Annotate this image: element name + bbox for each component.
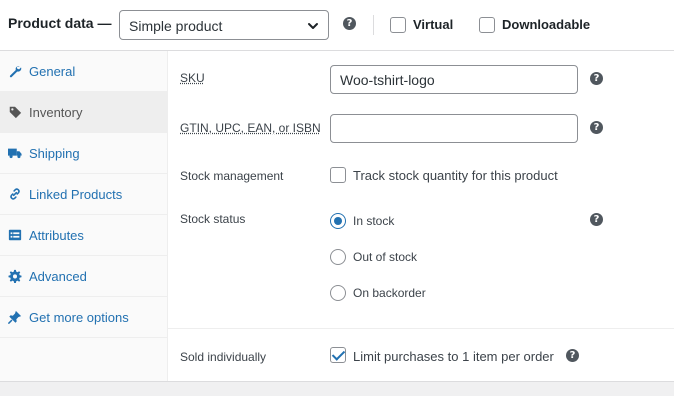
chevron-down-icon [308,23,318,29]
stock-status-out-of-stock-label[interactable]: Out of stock [353,250,417,264]
tab-inventory[interactable]: Inventory [0,92,167,133]
stock-status-label: Stock status [180,212,246,226]
header-divider [373,15,374,35]
stock-status-on-backorder-label[interactable]: On backorder [353,286,426,300]
virtual-label[interactable]: Virtual [413,17,453,32]
stock-management-label: Stock management [180,169,284,183]
tag-icon [9,106,22,119]
gtin-input[interactable] [330,114,578,143]
panel-footer [0,381,674,396]
tab-advanced-label: Advanced [29,269,87,284]
tab-general[interactable]: General [0,51,167,92]
sku-label: SKU [180,71,205,85]
product-type-select[interactable]: Simple product [119,10,329,40]
truck-icon [8,148,22,159]
tab-advanced[interactable]: Advanced [0,256,167,297]
tab-linked-products-label: Linked Products [29,187,123,202]
sold-individually-label: Sold individually [180,350,267,364]
list-icon [8,229,22,241]
tab-shipping[interactable]: Shipping [0,133,167,174]
stock-status-help-icon[interactable]: ? [590,213,603,226]
sku-value: Woo-tshirt-logo [340,72,435,88]
tab-shipping-label: Shipping [29,146,80,161]
tab-attributes[interactable]: Attributes [0,215,167,256]
stock-status-on-backorder-radio[interactable] [330,285,346,301]
tab-general-label: General [29,64,76,79]
section-divider [168,328,674,329]
stock-status-in-stock-label[interactable]: In stock [353,214,394,228]
link-icon [10,188,20,200]
sku-input[interactable]: Woo-tshirt-logo [330,65,578,94]
downloadable-label[interactable]: Downloadable [502,17,590,32]
tab-linked-products[interactable]: Linked Products [0,174,167,215]
product-type-value: Simple product [129,18,223,34]
limit-purchases-checkbox[interactable] [330,347,346,363]
product-data-header: Product data — Simple product ? Virtual … [0,0,674,51]
track-stock-label[interactable]: Track stock quantity for this product [353,168,558,183]
plugin-icon [8,310,22,324]
stock-status-out-of-stock-radio[interactable] [330,249,346,265]
product-data-title: Product data — [8,15,112,31]
gtin-help-icon[interactable]: ? [590,121,603,134]
product-data-tabs: General Inventory Shipping Linked Produc… [0,51,168,381]
stock-status-in-stock-radio[interactable] [330,213,346,229]
limit-purchases-label[interactable]: Limit purchases to 1 item per order [353,349,554,364]
gear-icon [8,269,22,283]
sku-help-icon[interactable]: ? [590,72,603,85]
gtin-label: GTIN, UPC, EAN, or ISBN [180,121,321,135]
track-stock-checkbox[interactable] [330,167,346,183]
wrench-icon [9,65,22,78]
tab-inventory-label: Inventory [29,105,83,120]
downloadable-checkbox[interactable] [479,17,495,33]
tab-attributes-label: Attributes [29,228,84,243]
tab-get-more-options[interactable]: Get more options [0,297,167,338]
sold-individually-help-icon[interactable]: ? [566,349,579,362]
virtual-checkbox[interactable] [390,17,406,33]
tab-get-more-options-label: Get more options [29,310,129,325]
product-type-help-icon[interactable]: ? [343,17,356,30]
